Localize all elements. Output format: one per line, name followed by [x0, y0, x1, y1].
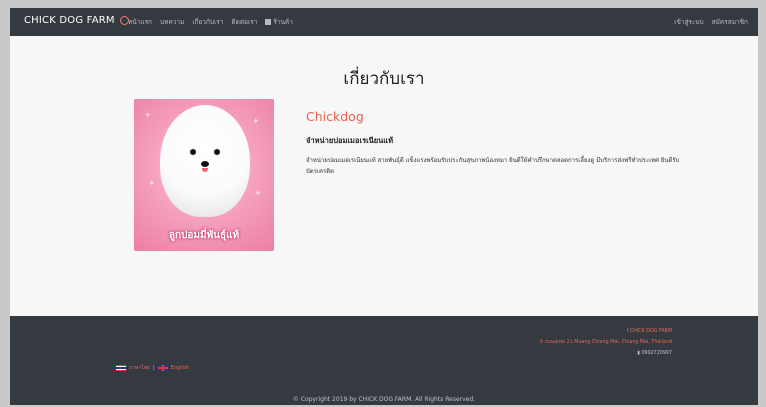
nav-about[interactable]: เกี่ยวกับเรา: [192, 17, 223, 27]
nav-shop-label: ร้านค้า: [273, 18, 293, 26]
facebook-icon: [265, 19, 272, 25]
navbar: CHICK DOG FARM หน้าแรก บทความ เกี่ยวกับเ…: [10, 8, 758, 36]
footer-phone: ▮ 0992720997: [637, 351, 672, 356]
dog-eye: [190, 149, 196, 155]
footer-phone-text: 0992720997: [641, 351, 672, 356]
brand-link[interactable]: CHICK DOG FARM: [24, 15, 129, 26]
bone-icon: ✦: [254, 189, 262, 199]
nav-links: หน้าแรก บทความ เกี่ยวกับเรา ติดต่อเรา ร้…: [128, 17, 293, 27]
language-switcher: ภาษาไทย | English: [116, 364, 189, 372]
nav-contact[interactable]: ติดต่อเรา: [231, 17, 257, 27]
bone-icon: ✦: [148, 179, 156, 189]
login-link[interactable]: เข้าสู่ระบบ: [674, 17, 704, 27]
page-title: เกี่ยวกับเรา: [343, 69, 425, 89]
footer-address-text: ถนนสุเทพ 21 Muang Chiang Mai, Chiang Mai…: [544, 340, 672, 345]
nav-home[interactable]: หน้าแรก: [128, 17, 152, 27]
lang-english-link[interactable]: English: [171, 365, 189, 371]
about-heading: Chickdog: [306, 109, 364, 124]
dog-eye: [214, 149, 220, 155]
lang-thai-link[interactable]: ภาษาไทย: [129, 364, 150, 372]
thai-flag-icon: [116, 365, 126, 371]
dog-figure: [160, 105, 250, 217]
footer: f CHICK DOG FARM ⚲ ถนนสุเทพ 21 Muang Chi…: [10, 316, 758, 405]
brand-name: CHICK DOG FARM: [24, 15, 115, 26]
photo-caption: ลูกปอมมี่พันธุ์แท้: [168, 230, 240, 241]
browser-viewport: CHICK DOG FARM หน้าแรก บทความ เกี่ยวกับเ…: [10, 8, 758, 405]
bone-icon: ✦: [252, 117, 260, 127]
uk-flag-icon: [157, 365, 168, 371]
nav-auth: เข้าสู่ระบบ สมัครสมาชิก: [674, 17, 748, 27]
footer-contact: f CHICK DOG FARM ⚲ ถนนสุเทพ 21 Muang Chi…: [540, 326, 672, 359]
copyright: © Copyright 2019 by CHICK DOG FARM. All …: [292, 396, 476, 403]
footer-facebook-label: CHICK DOG FARM: [629, 329, 672, 334]
footer-address: ⚲ ถนนสุเทพ 21 Muang Chiang Mai, Chiang M…: [539, 340, 672, 345]
dog-tongue: [202, 168, 208, 172]
about-description: จำหน่ายปอมเมอเรเนียนแท้ สายพันธุ์ดี แข็ง…: [306, 157, 680, 175]
dog-nose: [201, 161, 209, 167]
footer-facebook[interactable]: f CHICK DOG FARM: [540, 326, 672, 337]
bone-icon: ✦: [144, 111, 152, 121]
about-subheading: จำหน่ายปอมเมอเรเนียนแท้: [306, 136, 394, 145]
nav-articles[interactable]: บทความ: [160, 17, 184, 27]
lang-separator: |: [152, 365, 155, 371]
nav-shop[interactable]: ร้านค้า: [265, 17, 293, 27]
register-link[interactable]: สมัครสมาชิก: [712, 17, 748, 27]
pomeranian-photo: ✦ ✦ ✦ ✦ ลูกปอมมี่พันธุ์แท้: [134, 99, 274, 251]
